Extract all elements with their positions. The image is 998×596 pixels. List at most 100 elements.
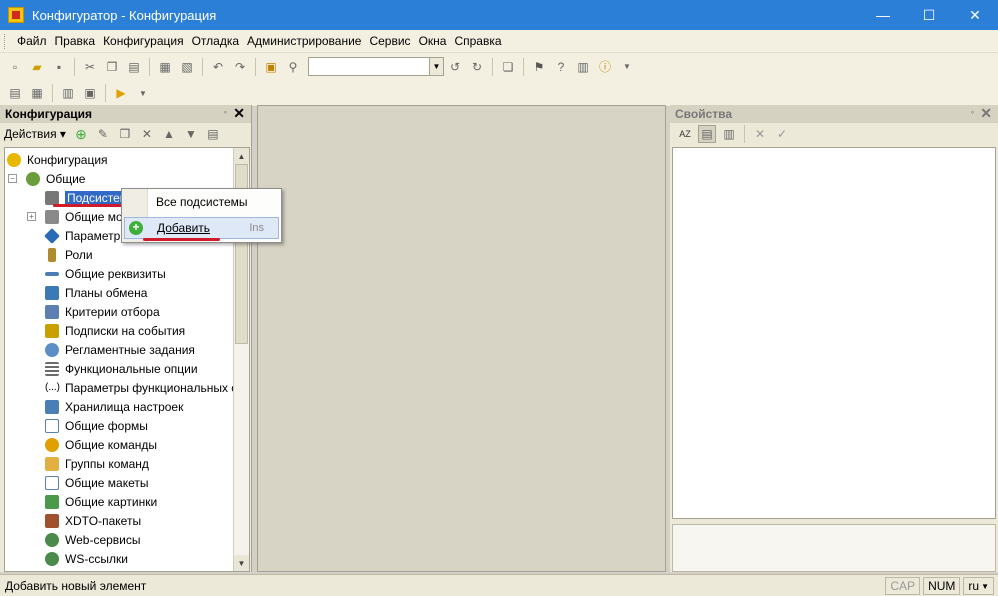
table-icon[interactable]: ▤ [6, 84, 24, 102]
menu-debug[interactable]: Отладка [188, 34, 243, 48]
undo-icon[interactable]: ↶ [209, 58, 227, 76]
chevron-down-icon: ▼ [981, 581, 989, 591]
sort-icon[interactable]: ▤ [204, 125, 222, 143]
commands-icon [45, 437, 59, 452]
tree-item-exchange-plans[interactable]: Планы обмена [45, 283, 147, 302]
config-icon [7, 152, 21, 167]
save-icon[interactable]: ▪ [50, 58, 68, 76]
paste-icon[interactable]: ▤ [125, 58, 143, 76]
open-icon[interactable]: ▰ [28, 58, 46, 76]
info-icon[interactable]: ⓘ [596, 58, 614, 76]
menu-file[interactable]: Файл [13, 34, 51, 48]
redo-icon[interactable]: ↷ [231, 58, 249, 76]
help-search-icon[interactable]: ? [552, 58, 570, 76]
tree-item-scheduled-jobs[interactable]: Регламентные задания [45, 340, 195, 359]
search-input[interactable]: ▼ [308, 57, 444, 76]
criteria-icon [45, 304, 59, 319]
new-icon[interactable]: ▫ [6, 58, 24, 76]
run-icon[interactable]: ▶ [112, 84, 130, 102]
calculator-icon[interactable]: ▦ [28, 84, 46, 102]
panel-toolbar: Действия ▾ ⊕ ✎ ❐ ✕ ▲ ▼ ▤ [0, 123, 251, 145]
close-button[interactable]: ✕ [952, 0, 998, 30]
move-up-icon[interactable]: ▲ [160, 125, 178, 143]
tree-item-common-forms[interactable]: Общие формы [45, 416, 148, 435]
find-prev-icon[interactable]: ↺ [446, 58, 464, 76]
delete-icon[interactable]: ✕ [138, 125, 156, 143]
edit-icon[interactable]: ✎ [94, 125, 112, 143]
syntax-helper-icon[interactable]: ⚑ [530, 58, 548, 76]
preview-icon[interactable]: ▧ [178, 58, 196, 76]
menu-help[interactable]: Справка [450, 34, 505, 48]
tree-item-web-services[interactable]: Web-сервисы [45, 530, 141, 549]
tree-item-configuration[interactable]: Конфигурация [7, 150, 108, 169]
cut-icon[interactable]: ✂ [81, 58, 99, 76]
num-lock-indicator: NUM [923, 577, 961, 595]
maximize-button[interactable]: ☐ [906, 0, 952, 30]
menu-item-all-subsystems[interactable]: Все подсистемы [124, 191, 279, 213]
toolbar-grip[interactable] [4, 33, 7, 49]
subsystems-icon [45, 190, 59, 205]
find-next-icon[interactable]: ↻ [468, 58, 486, 76]
close-icon[interactable]: ✕ [980, 105, 992, 122]
form-icon[interactable]: ▣ [81, 84, 99, 102]
secondary-toolbar: ▤ ▦ ▥ ▣ ▶ ▼ [0, 80, 998, 107]
events-icon [45, 323, 59, 338]
windows-icon[interactable]: ❏ [499, 58, 517, 76]
menu-windows[interactable]: Окна [415, 34, 451, 48]
collapse-icon[interactable]: − [8, 174, 17, 183]
expand-icon[interactable]: + [27, 212, 36, 221]
tree-item-functional-option-params[interactable]: (...) Параметры функциональных опций [45, 378, 249, 397]
copy-icon[interactable]: ❐ [103, 58, 121, 76]
tree-item-ws-links[interactable]: WS-ссылки [45, 549, 128, 568]
language-indicator[interactable]: ru ▼ [963, 577, 994, 595]
tree-item-command-groups[interactable]: Группы команд [45, 454, 149, 473]
apply-icon[interactable]: ✓ [773, 125, 791, 143]
filter-icon[interactable]: ▥ [720, 125, 738, 143]
help-contents-icon[interactable]: ▥ [574, 58, 592, 76]
minimize-button[interactable]: — [860, 0, 906, 30]
scroll-down-icon[interactable]: ▼ [234, 555, 249, 571]
panel-header: Конфигурация ◦ ✕ [0, 105, 251, 123]
title-bar: Конфигуратор - Конфигурация — ☐ ✕ [0, 0, 998, 30]
clear-icon[interactable]: ✕ [751, 125, 769, 143]
tree-item-roles[interactable]: Роли [45, 245, 93, 264]
tree-item-common-attributes[interactable]: Общие реквизиты [45, 264, 166, 283]
find-in-tree-icon[interactable]: ▣ [262, 58, 280, 76]
menu-configuration[interactable]: Конфигурация [99, 34, 188, 48]
add-icon[interactable]: ⊕ [72, 125, 90, 143]
pin-icon[interactable]: ◦ [224, 107, 227, 117]
tree-item-common-commands[interactable]: Общие команды [45, 435, 157, 454]
tree-item-common-pictures[interactable]: Общие картинки [45, 492, 157, 511]
database-icon[interactable]: ▥ [59, 84, 77, 102]
tree-item-event-subscriptions[interactable]: Подписки на события [45, 321, 185, 340]
copy-icon[interactable]: ❐ [116, 125, 134, 143]
categories-icon[interactable]: ▤ [698, 125, 716, 143]
menu-item-add[interactable]: + Добавить Ins [124, 217, 279, 239]
sort-alpha-icon[interactable]: AZ [676, 125, 694, 143]
attributes-icon [45, 271, 59, 276]
scroll-up-icon[interactable]: ▲ [234, 148, 249, 164]
tree-item-filter-criteria[interactable]: Критерии отбора [45, 302, 160, 321]
tree-item-settings-storages[interactable]: Хранилища настроек [45, 397, 183, 416]
actions-menu[interactable]: Действия ▾ [4, 127, 66, 141]
properties-title: Свойства [675, 107, 733, 121]
properties-grid[interactable] [672, 147, 996, 519]
caps-lock-indicator: CAP [885, 577, 921, 595]
menu-administration[interactable]: Администрирование [243, 34, 365, 48]
menu-edit[interactable]: Правка [51, 34, 100, 48]
print-icon[interactable]: ▦ [156, 58, 174, 76]
tree-item-common[interactable]: − Общие [8, 169, 85, 188]
chevron-down-icon[interactable]: ▼ [618, 58, 636, 76]
tree-item-common-templates[interactable]: Общие макеты [45, 473, 149, 492]
chevron-down-icon[interactable]: ▼ [134, 84, 152, 102]
search-icon[interactable]: ⚲ [284, 58, 302, 76]
tree-item-xdto-packages[interactable]: XDTO-пакеты [45, 511, 141, 530]
menu-service[interactable]: Сервис [365, 34, 414, 48]
chevron-down-icon[interactable]: ▼ [429, 58, 443, 75]
tree-item-functional-options[interactable]: Функциональные опции [45, 359, 198, 378]
move-down-icon[interactable]: ▼ [182, 125, 200, 143]
storage-icon [45, 399, 59, 414]
pin-icon[interactable]: ◦ [971, 107, 974, 117]
option-params-icon: (...) [45, 381, 60, 393]
close-icon[interactable]: ✕ [233, 105, 245, 122]
